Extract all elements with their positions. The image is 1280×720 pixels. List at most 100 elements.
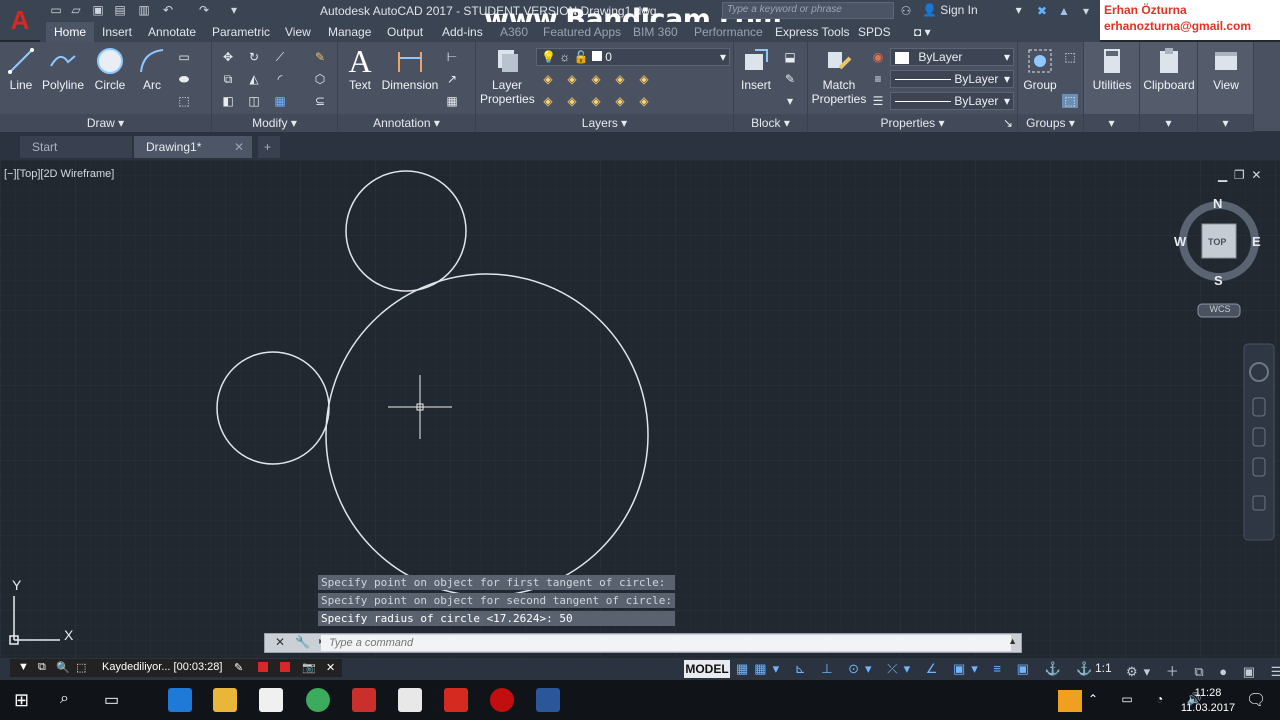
rotate-icon[interactable]: ↻ [246, 50, 262, 64]
fillet-icon[interactable]: ◜ [272, 72, 288, 86]
properties-panel-title[interactable]: Properties ▾ ↘ [808, 114, 1017, 132]
restore-icon[interactable]: ❐ [1234, 168, 1245, 182]
view-panel[interactable]: View ▾ [1198, 42, 1254, 132]
autocad-logo-icon[interactable]: A [0, 0, 40, 40]
move-icon[interactable]: ✥ [220, 50, 236, 64]
layer-tool-icon[interactable]: ◈ [588, 94, 604, 108]
utilities-expand[interactable]: ▾ [1084, 114, 1139, 132]
window-icon[interactable]: ⧉ [38, 661, 46, 674]
group-button[interactable]: Group [1020, 46, 1060, 92]
tab-parametric[interactable]: Parametric [204, 22, 278, 42]
layers-panel-title[interactable]: Layers ▾ [476, 114, 733, 132]
autodesk-app-icon[interactable] [352, 688, 376, 712]
autocad-taskbar-icon[interactable] [444, 688, 468, 712]
layer-tool-icon[interactable]: ◈ [564, 72, 580, 86]
wrench-icon[interactable]: 🔧 [295, 635, 310, 649]
pencil-icon[interactable]: ✎ [234, 661, 243, 674]
polyline-button[interactable]: Polyline [40, 46, 86, 92]
tab-drawing1[interactable]: Drawing1* ✕ [134, 136, 252, 158]
edge-browser-icon[interactable] [168, 688, 192, 712]
linear-dim-icon[interactable]: ⊢ [444, 50, 460, 64]
utilities-panel[interactable]: Utilities ▾ [1084, 42, 1140, 132]
tab-spds[interactable]: SPDS [850, 22, 899, 42]
view-expand[interactable]: ▾ [1198, 114, 1253, 132]
group-select-icon[interactable]: ⬚ [1062, 94, 1078, 108]
autodesk-account-icon[interactable]: ▲ [1056, 3, 1072, 19]
clipboard-button[interactable]: Clipboard [1142, 46, 1196, 92]
compass-south[interactable]: S [1214, 273, 1223, 288]
tab-express-tools[interactable]: Express Tools [767, 22, 857, 42]
color-dropdown[interactable]: ByLayer ▾ [890, 48, 1014, 66]
new-tab-button[interactable]: + [258, 136, 280, 158]
table-icon[interactable]: ▦ [444, 94, 460, 108]
tab-output[interactable]: Output [379, 22, 431, 42]
word-icon[interactable] [536, 688, 560, 712]
tab-annotate[interactable]: Annotate [140, 22, 204, 42]
file-explorer-icon[interactable] [213, 688, 237, 712]
save-as-icon[interactable]: ▤ [112, 2, 128, 18]
redo-icon[interactable]: ↷ [196, 2, 212, 18]
layer-tool-icon[interactable]: ◈ [612, 72, 628, 86]
new-file-icon[interactable]: ▭ [48, 2, 64, 18]
undo-icon[interactable]: ↶ [160, 2, 176, 18]
compass-east[interactable]: E [1252, 234, 1261, 249]
circle-button[interactable]: Circle [90, 46, 130, 92]
line-button[interactable]: Line [4, 46, 38, 92]
sign-in-button[interactable]: 👤 Sign In ▾ [922, 3, 1022, 17]
pause-icon[interactable] [280, 662, 290, 672]
text-button[interactable]: A Text [342, 45, 378, 92]
taskbar-clock[interactable]: 11:28 11.03.2017 [1178, 686, 1238, 716]
boundary-icon[interactable]: ⬚ [176, 94, 192, 108]
viewport-controls[interactable]: [−][Top][2D Wireframe] [4, 168, 114, 180]
open-file-icon[interactable]: ▱ [68, 2, 84, 18]
minimize-icon[interactable]: ▁ [1218, 168, 1227, 182]
stop-icon[interactable] [258, 662, 268, 672]
search-icon[interactable]: ⌕ [60, 690, 69, 708]
block-panel-title[interactable]: Block ▾ [734, 114, 807, 132]
history-toggle-icon[interactable]: ▲ [1008, 636, 1017, 646]
menu-dropdown-icon[interactable]: ▼ [18, 661, 29, 673]
layer-tool-icon[interactable]: ◈ [564, 94, 580, 108]
erase-icon[interactable]: ✎ [312, 50, 328, 64]
command-input[interactable] [321, 635, 1011, 651]
view-button[interactable]: View [1200, 46, 1252, 92]
modify-panel-title[interactable]: Modify ▾ [212, 114, 337, 132]
layer-tool-icon[interactable]: ◈ [540, 72, 556, 86]
close-icon[interactable]: ✕ [326, 661, 335, 674]
insert-button[interactable]: Insert [736, 46, 776, 92]
array-icon[interactable]: ▦ [272, 94, 288, 108]
viewport-window-controls[interactable]: ▁ ❐ ✕ [1218, 168, 1261, 182]
status-right-icons[interactable]: ⚙▾ ＋ ⧉ ● ▣ ☰ [1126, 661, 1280, 680]
layer-tool-icon[interactable]: ◈ [636, 94, 652, 108]
tab-bim360[interactable]: BIM 360 [625, 22, 686, 42]
annotation-scale[interactable]: 1:1 [1095, 661, 1112, 675]
wcs-menu[interactable]: WCS [1199, 304, 1241, 314]
trim-icon[interactable]: ⟋ [272, 50, 288, 64]
clipboard-panel[interactable]: Clipboard ▾ [1140, 42, 1198, 132]
ribbon-toggle-icon[interactable]: ◘ ▾ [906, 22, 939, 42]
tab-view[interactable]: View [277, 22, 319, 42]
copy-icon[interactable]: ⧉ [220, 72, 236, 86]
notification-app-icon[interactable] [1058, 690, 1082, 712]
annotation-panel-title[interactable]: Annotation ▾ [338, 114, 475, 132]
store-icon[interactable] [259, 688, 283, 712]
ungroup-icon[interactable]: ⬚ [1062, 50, 1078, 64]
exchange-icon[interactable]: ✖ [1034, 3, 1050, 19]
tab-manage[interactable]: Manage [320, 22, 379, 42]
mirror-icon[interactable]: ◭ [246, 72, 262, 86]
close-icon[interactable]: ✕ [1251, 168, 1261, 182]
yandex-browser-icon[interactable] [398, 688, 422, 712]
leader-icon[interactable]: ↗ [444, 72, 460, 86]
dialog-launcher-icon[interactable]: ↘ [1003, 114, 1013, 132]
match-properties-button[interactable]: Match Properties [810, 46, 868, 106]
action-center-icon[interactable]: 🗨 [1246, 690, 1266, 710]
utilities-button[interactable]: Utilities [1086, 46, 1138, 92]
layer-properties-button[interactable]: Layer Properties [480, 46, 535, 106]
binoculars-icon[interactable]: ⚇ [898, 3, 914, 19]
layer-tool-icon[interactable]: ◈ [588, 72, 604, 86]
offset-icon[interactable]: ⊆ [312, 94, 328, 108]
tab-insert[interactable]: Insert [94, 22, 140, 42]
arc-button[interactable]: Arc [134, 46, 170, 92]
viewcube-top-face[interactable]: TOP [1208, 237, 1226, 247]
rectangle-icon[interactable]: ▭ [176, 50, 192, 64]
